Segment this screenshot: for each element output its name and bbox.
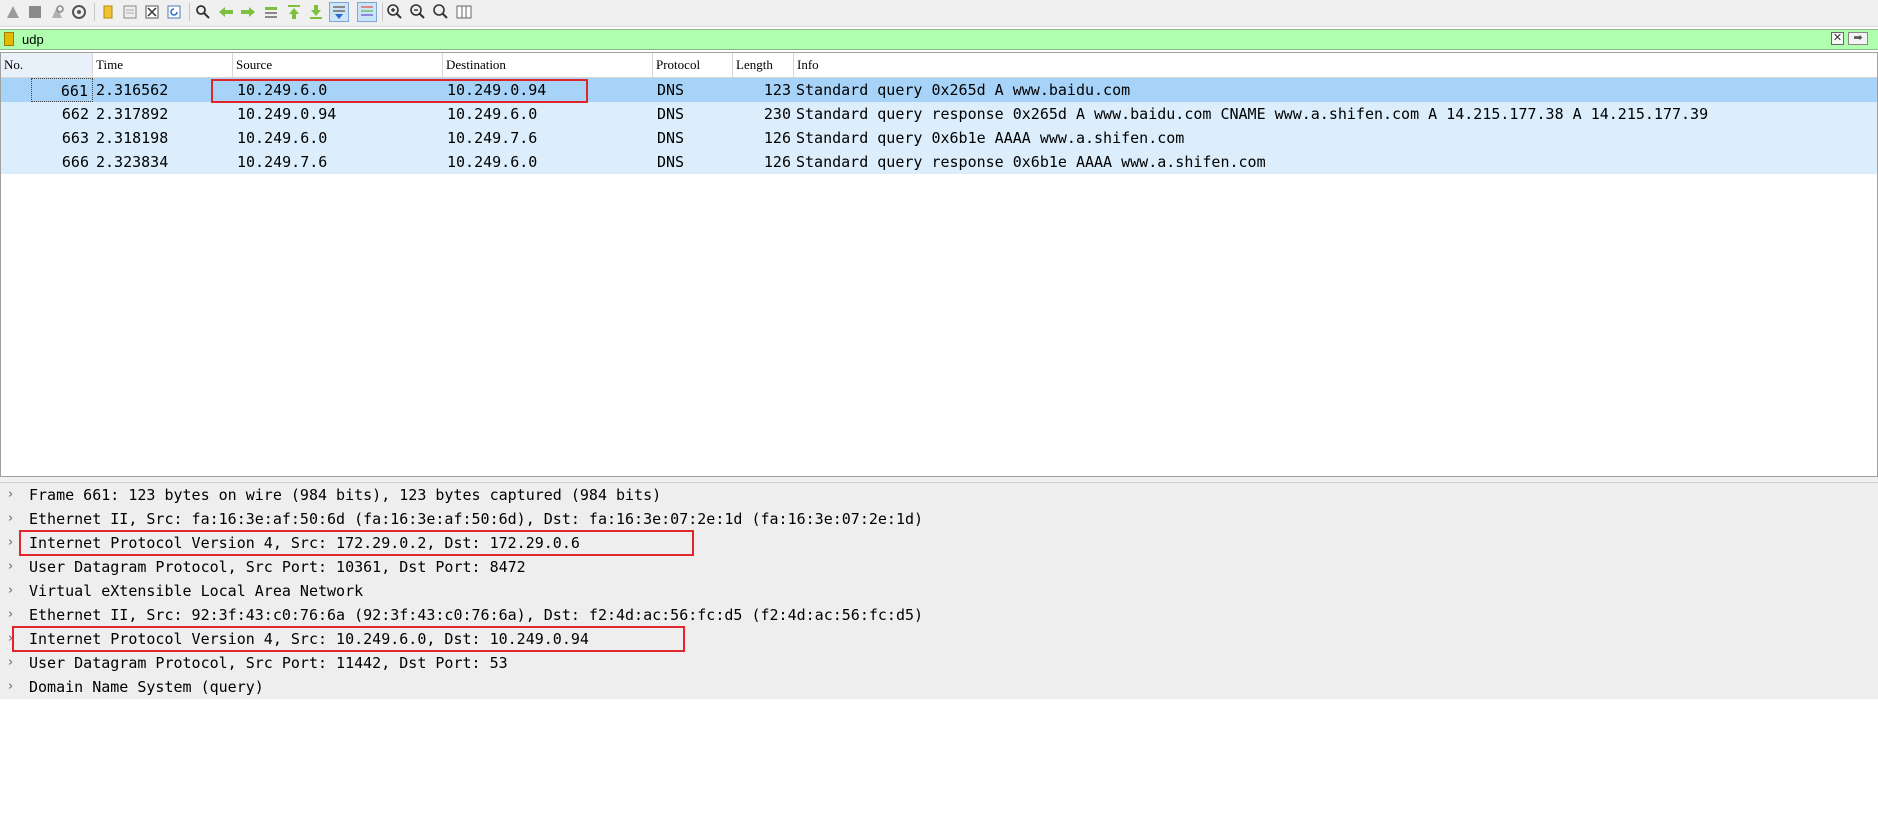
first-packet-icon[interactable] — [284, 2, 304, 22]
expand-chevron-icon[interactable]: › — [8, 579, 13, 603]
packet-list-header: No. Time Source Destination Protocol Len… — [1, 53, 1877, 78]
detail-text: Internet Protocol Version 4, Src: 172.29… — [29, 534, 580, 552]
packet-protocol: DNS — [657, 153, 685, 171]
filter-bookmark-icon[interactable] — [4, 32, 14, 46]
detail-text: Frame 661: 123 bytes on wire (984 bits),… — [29, 486, 662, 504]
expand-chevron-icon[interactable]: › — [8, 675, 13, 699]
capture-options-icon[interactable] — [69, 2, 89, 22]
auto-scroll-icon[interactable] — [329, 2, 349, 22]
packet-protocol: DNS — [657, 81, 685, 99]
packet-time: 2.323834 — [96, 153, 169, 171]
column-header-protocol[interactable]: Protocol — [653, 53, 733, 77]
start-capture-icon[interactable] — [3, 2, 23, 22]
detail-text: User Datagram Protocol, Src Port: 11442,… — [29, 654, 508, 672]
column-header-source[interactable]: Source — [233, 53, 443, 77]
detail-text: Domain Name System (query) — [29, 678, 264, 696]
open-file-icon[interactable] — [98, 2, 118, 22]
main-toolbar — [0, 0, 1878, 27]
packet-no: 663 — [61, 129, 89, 147]
packet-length: 126 — [763, 129, 791, 147]
packet-no: 661 — [31, 78, 93, 102]
packet-source: 10.249.6.0 — [237, 81, 328, 99]
packet-row[interactable]: 666 2.323834 10.249.7.6 10.249.6.0 DNS 1… — [1, 150, 1877, 174]
clear-filter-button[interactable]: ✕ — [1831, 32, 1844, 45]
colorize-icon[interactable] — [357, 2, 377, 22]
expand-chevron-icon[interactable]: › — [8, 531, 13, 555]
last-packet-icon[interactable] — [306, 2, 326, 22]
packet-info: Standard query response 0x265d A www.bai… — [796, 105, 1709, 123]
detail-tree-item[interactable]: › Frame 661: 123 bytes on wire (984 bits)… — [0, 483, 1878, 507]
detail-tree-item[interactable]: › Domain Name System (query) — [0, 675, 1878, 699]
detail-text: Ethernet II, Src: 92:3f:43:c0:76:6a (92:… — [29, 606, 924, 624]
packet-row[interactable]: 661 2.316562 10.249.6.0 10.249.0.94 DNS … — [1, 78, 1877, 102]
restart-capture-icon[interactable] — [47, 2, 67, 22]
packet-destination: 10.249.6.0 — [447, 105, 538, 123]
column-header-info[interactable]: Info — [794, 53, 1877, 77]
column-header-time[interactable]: Time — [93, 53, 233, 77]
expand-chevron-icon[interactable]: › — [8, 483, 13, 507]
go-back-icon[interactable] — [216, 2, 236, 22]
go-to-packet-icon[interactable] — [261, 2, 281, 22]
packet-info: Standard query 0x265d A www.baidu.com — [796, 81, 1131, 99]
packet-length: 126 — [763, 153, 791, 171]
detail-text: Internet Protocol Version 4, Src: 10.249… — [29, 630, 589, 648]
packet-length: 123 — [763, 81, 791, 99]
packet-time: 2.318198 — [96, 129, 169, 147]
expand-chevron-icon[interactable]: › — [8, 507, 13, 531]
packet-source: 10.249.7.6 — [237, 153, 328, 171]
packet-details-pane: › Frame 661: 123 bytes on wire (984 bits)… — [0, 483, 1878, 819]
display-filter-input[interactable] — [22, 31, 1802, 48]
packet-info: Standard query response 0x6b1e AAAA www.… — [796, 153, 1266, 171]
detail-text: User Datagram Protocol, Src Port: 10361,… — [29, 558, 526, 576]
reload-icon[interactable] — [164, 2, 184, 22]
detail-tree-item[interactable]: › Internet Protocol Version 4, Src: 172.2… — [0, 531, 1878, 555]
packet-source: 10.249.0.94 — [237, 105, 337, 123]
detail-tree-item[interactable]: › Internet Protocol Version 4, Src: 10.24… — [0, 627, 1878, 651]
save-file-icon[interactable] — [120, 2, 140, 22]
packet-list-pane: No. Time Source Destination Protocol Len… — [0, 52, 1878, 477]
detail-text: Virtual eXtensible Local Area Network — [29, 582, 364, 600]
zoom-out-icon[interactable] — [408, 2, 428, 22]
resize-columns-icon[interactable] — [454, 2, 474, 22]
packet-destination: 10.249.6.0 — [447, 153, 538, 171]
find-packet-icon[interactable] — [193, 2, 213, 22]
column-header-length[interactable]: Length — [733, 53, 794, 77]
packet-time: 2.317892 — [96, 105, 169, 123]
packet-protocol: DNS — [657, 129, 685, 147]
go-forward-icon[interactable] — [238, 2, 258, 22]
normal-size-icon[interactable] — [431, 2, 451, 22]
apply-filter-button[interactable]: ➡ — [1848, 32, 1868, 45]
column-header-no[interactable]: No. — [1, 53, 93, 77]
packet-info: Standard query 0x6b1e AAAA www.a.shifen.… — [796, 129, 1185, 147]
detail-tree-item[interactable]: › Ethernet II, Src: fa:16:3e:af:50:6d (fa… — [0, 507, 1878, 531]
expand-chevron-icon[interactable]: › — [8, 651, 13, 675]
packet-no: 662 — [61, 105, 89, 123]
detail-tree-item[interactable]: › User Datagram Protocol, Src Port: 11442… — [0, 651, 1878, 675]
packet-time: 2.316562 — [96, 81, 169, 99]
expand-chevron-icon[interactable]: › — [8, 627, 13, 651]
expand-chevron-icon[interactable]: › — [8, 603, 13, 627]
packet-row[interactable]: 662 2.317892 10.249.0.94 10.249.6.0 DNS … — [1, 102, 1877, 126]
packet-protocol: DNS — [657, 105, 685, 123]
packet-row[interactable]: 663 2.318198 10.249.6.0 10.249.7.6 DNS 1… — [1, 126, 1877, 150]
column-header-destination[interactable]: Destination — [443, 53, 653, 77]
detail-tree-item[interactable]: › Virtual eXtensible Local Area Network — [0, 579, 1878, 603]
packet-destination: 10.249.7.6 — [447, 129, 538, 147]
packet-length: 230 — [763, 105, 791, 123]
packet-source: 10.249.6.0 — [237, 129, 328, 147]
detail-tree-item[interactable]: › Ethernet II, Src: 92:3f:43:c0:76:6a (92… — [0, 603, 1878, 627]
detail-tree-item[interactable]: › User Datagram Protocol, Src Port: 10361… — [0, 555, 1878, 579]
display-filter-bar: ✕ ➡ — [0, 29, 1878, 50]
close-file-icon[interactable] — [142, 2, 162, 22]
expand-chevron-icon[interactable]: › — [8, 555, 13, 579]
stop-capture-icon[interactable] — [25, 2, 45, 22]
packet-destination: 10.249.0.94 — [447, 81, 547, 99]
detail-text: Ethernet II, Src: fa:16:3e:af:50:6d (fa:… — [29, 510, 924, 528]
packet-no: 666 — [61, 153, 89, 171]
zoom-in-icon[interactable] — [385, 2, 405, 22]
